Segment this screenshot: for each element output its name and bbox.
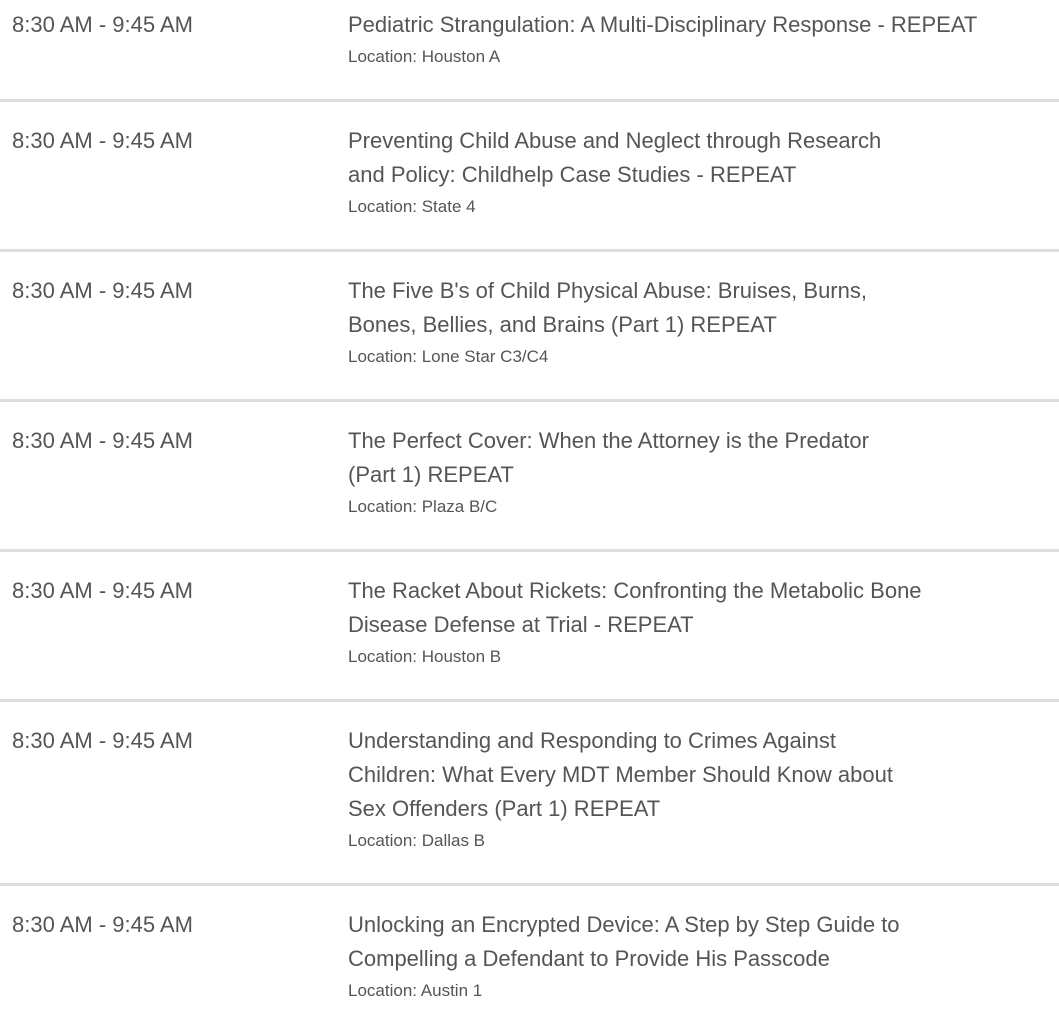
session-title[interactable]: The Perfect Cover: When the Attorney is … (348, 424, 1048, 492)
session-title-line: Children: What Every MDT Member Should K… (348, 762, 893, 787)
session-title-line: and Policy: Childhelp Case Studies - REP… (348, 162, 797, 187)
session-title[interactable]: Understanding and Responding to Crimes A… (348, 724, 1048, 826)
session-title-line: Disease Defense at Trial - REPEAT (348, 612, 694, 637)
session-title-line: Compelling a Defendant to Provide His Pa… (348, 946, 830, 971)
session-time: 8:30 AM - 9:45 AM (12, 578, 193, 603)
session-details: Preventing Child Abuse and Neglect throu… (348, 124, 1048, 220)
session-title-line: Pediatric Strangulation: A Multi-Discipl… (348, 12, 978, 37)
session-location: Location: State 4 (348, 197, 476, 216)
session-title-line: The Five B's of Child Physical Abuse: Br… (348, 278, 867, 303)
session-row[interactable]: 8:30 AM - 9:45 AM Pediatric Strangulatio… (0, 0, 1059, 102)
session-row[interactable]: 8:30 AM - 9:45 AM The Five B's of Child … (0, 252, 1059, 402)
session-row[interactable]: 8:30 AM - 9:45 AM Unlocking an Encrypted… (0, 886, 1059, 1032)
session-time: 8:30 AM - 9:45 AM (12, 728, 193, 753)
session-title[interactable]: The Five B's of Child Physical Abuse: Br… (348, 274, 1048, 342)
session-time: 8:30 AM - 9:45 AM (12, 428, 193, 453)
session-location: Location: Austin 1 (348, 981, 483, 1000)
session-title[interactable]: Pediatric Strangulation: A Multi-Discipl… (348, 8, 1048, 42)
session-row[interactable]: 8:30 AM - 9:45 AM Preventing Child Abuse… (0, 102, 1059, 252)
session-details: The Racket About Rickets: Confronting th… (348, 574, 1048, 670)
session-details: The Five B's of Child Physical Abuse: Br… (348, 274, 1048, 370)
session-schedule-list: 8:30 AM - 9:45 AM Pediatric Strangulatio… (0, 0, 1059, 1032)
session-title-line: (Part 1) REPEAT (348, 462, 514, 487)
session-title-line: Unlocking an Encrypted Device: A Step by… (348, 912, 900, 937)
session-title-line: Preventing Child Abuse and Neglect throu… (348, 128, 882, 153)
session-location: Location: Dallas B (348, 831, 486, 850)
session-title-line: The Perfect Cover: When the Attorney is … (348, 428, 869, 453)
session-details: The Perfect Cover: When the Attorney is … (348, 424, 1048, 520)
session-location: Location: Plaza B/C (348, 497, 498, 516)
session-title[interactable]: Preventing Child Abuse and Neglect throu… (348, 124, 1048, 192)
session-time: 8:30 AM - 9:45 AM (12, 12, 193, 37)
session-row[interactable]: 8:30 AM - 9:45 AM The Perfect Cover: Whe… (0, 402, 1059, 552)
session-location: Location: Houston B (348, 647, 502, 666)
session-details: Pediatric Strangulation: A Multi-Discipl… (348, 8, 1048, 70)
session-details: Understanding and Responding to Crimes A… (348, 724, 1048, 854)
session-location: Location: Houston A (348, 47, 501, 66)
session-title-line: The Racket About Rickets: Confronting th… (348, 578, 922, 603)
session-time: 8:30 AM - 9:45 AM (12, 912, 193, 937)
session-row[interactable]: 8:30 AM - 9:45 AM Understanding and Resp… (0, 702, 1059, 886)
session-details: Unlocking an Encrypted Device: A Step by… (348, 908, 1048, 1004)
session-title[interactable]: Unlocking an Encrypted Device: A Step by… (348, 908, 1048, 976)
session-title[interactable]: The Racket About Rickets: Confronting th… (348, 574, 1048, 642)
session-time: 8:30 AM - 9:45 AM (12, 278, 193, 303)
session-time: 8:30 AM - 9:45 AM (12, 128, 193, 153)
session-title-line: Understanding and Responding to Crimes A… (348, 728, 836, 753)
session-location: Location: Lone Star C3/C4 (348, 347, 549, 366)
session-title-line: Sex Offenders (Part 1) REPEAT (348, 796, 661, 821)
session-title-line: Bones, Bellies, and Brains (Part 1) REPE… (348, 312, 777, 337)
session-row[interactable]: 8:30 AM - 9:45 AM The Racket About Ricke… (0, 552, 1059, 702)
